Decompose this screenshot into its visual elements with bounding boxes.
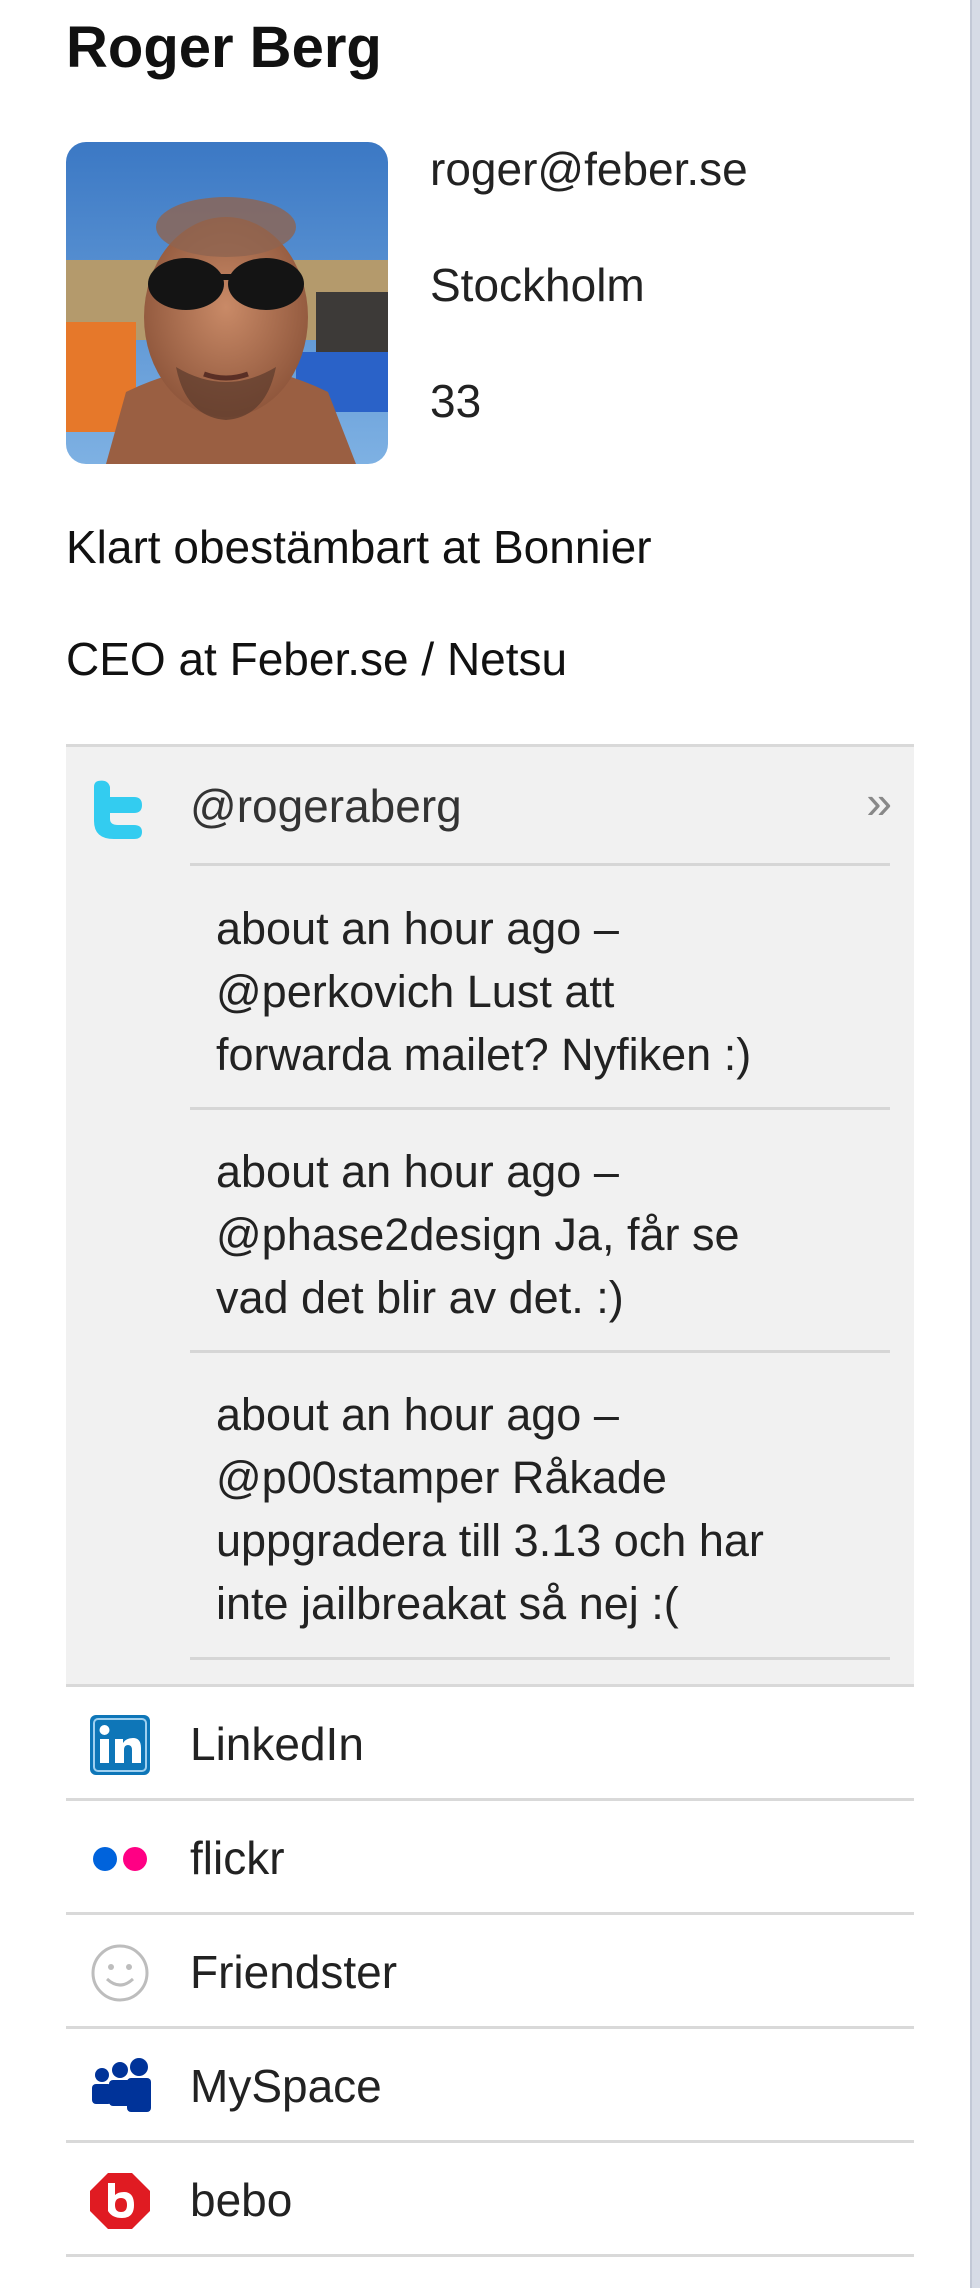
- tweet-line: inte jailbreakat så nej :(: [216, 1578, 679, 1629]
- linkedin-icon: [88, 1715, 152, 1775]
- social-label-linkedin: LinkedIn: [190, 1718, 364, 1770]
- tweet-line: about an hour ago –: [216, 903, 619, 954]
- twitter-icon: [92, 779, 144, 839]
- tweet-line: about an hour ago –: [216, 1389, 619, 1440]
- friendster-icon: [88, 1943, 152, 2003]
- tweet-line: @perkovich Lust att: [216, 966, 615, 1017]
- twitter-handle-link[interactable]: @rogeraberg: [190, 779, 462, 833]
- social-item-flickr[interactable]: flickr: [66, 1798, 914, 1912]
- social-label-flickr: flickr: [190, 1832, 285, 1884]
- social-label-bebo: bebo: [190, 2174, 293, 2226]
- tweet-line: @phase2design Ja, får se: [216, 1209, 740, 1260]
- tweet-item: about an hour ago – @perkovich Lust att …: [216, 897, 896, 1086]
- tweet-line: uppgradera till 3.13 och har: [216, 1515, 764, 1566]
- profile-photo: [66, 142, 388, 464]
- profile-occupation-line-1: Klart obestämbart at Bonnier: [66, 521, 652, 573]
- profile-email[interactable]: roger@feber.se: [430, 142, 748, 196]
- profile-name: Roger Berg: [66, 15, 382, 80]
- profile-age: 33: [430, 375, 482, 427]
- social-label-friendster: Friendster: [190, 1946, 398, 1998]
- social-item-bebo[interactable]: bebo: [66, 2140, 914, 2257]
- myspace-icon: [88, 2057, 152, 2117]
- tweet-divider: [190, 1350, 890, 1353]
- tweet-line: vad det blir av det. :): [216, 1272, 624, 1323]
- tweet-divider: [190, 1657, 890, 1660]
- profile-city: Stockholm: [430, 259, 645, 311]
- tweet-item: about an hour ago – @p00stamper Råkade u…: [216, 1383, 896, 1635]
- social-item-myspace[interactable]: MySpace: [66, 2026, 914, 2140]
- flickr-icon: [88, 1829, 152, 1889]
- tweet-divider: [190, 863, 890, 866]
- twitter-section: @rogeraberg » about an hour ago – @perko…: [66, 744, 914, 1686]
- tweet-line: forwarda mailet? Nyfiken :): [216, 1029, 752, 1080]
- tweet-item: about an hour ago – @phase2design Ja, få…: [216, 1140, 896, 1329]
- tweet-line: @p00stamper Råkade: [216, 1452, 667, 1503]
- tweet-line: about an hour ago –: [216, 1146, 619, 1197]
- profile-occupation-line-2: CEO at Feber.se / Netsu: [66, 633, 568, 685]
- window-edge: [970, 0, 980, 2288]
- social-item-friendster[interactable]: Friendster: [66, 1912, 914, 2026]
- twitter-more-link[interactable]: »: [866, 775, 892, 829]
- bebo-icon: [88, 2171, 152, 2231]
- social-label-myspace: MySpace: [190, 2060, 382, 2112]
- social-item-linkedin[interactable]: LinkedIn: [66, 1684, 914, 1798]
- tweet-divider: [190, 1107, 890, 1110]
